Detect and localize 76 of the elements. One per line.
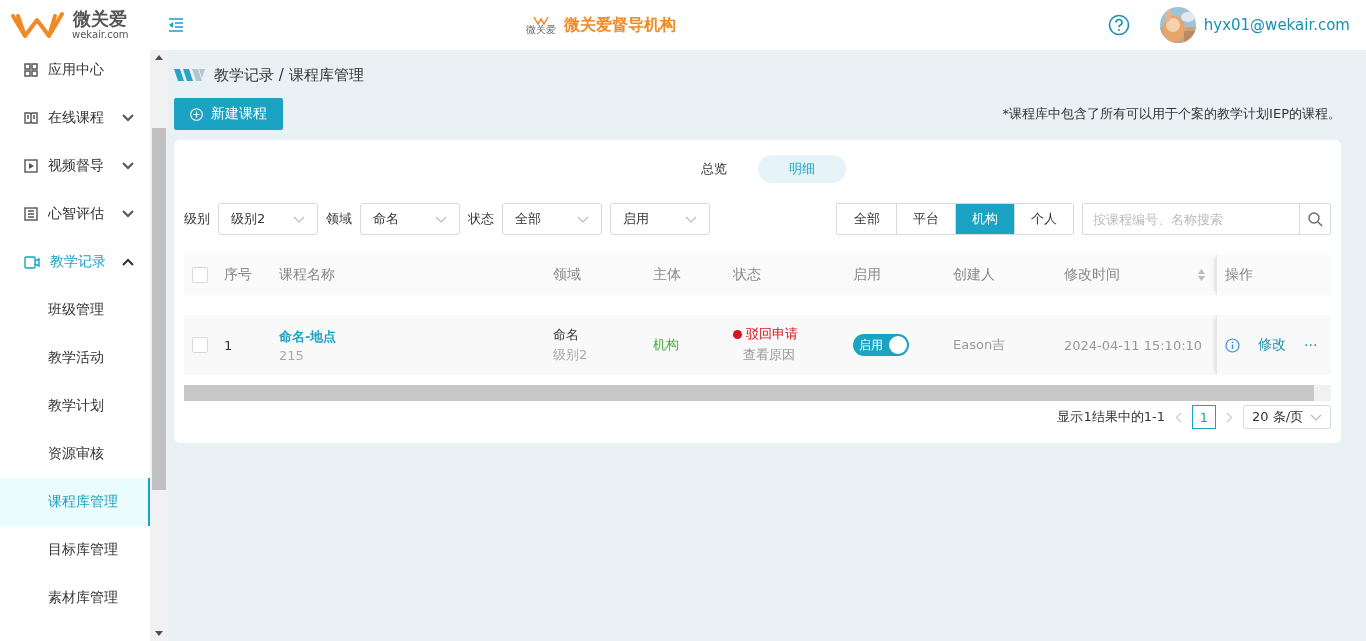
column-header: 修改时间: [1064, 266, 1120, 284]
chevron-icon: [435, 215, 447, 223]
checkbox[interactable]: [192, 267, 208, 283]
scrollbar[interactable]: [150, 50, 168, 641]
page-size-select[interactable]: 20 条/页: [1243, 405, 1331, 429]
note-text: *课程库中包含了所有可以用于个案的教学计划IEP的课程。: [1002, 105, 1341, 123]
logo-icon: [174, 68, 206, 82]
sidebar-item[interactable]: 教学计划: [0, 382, 150, 430]
scroll-up-icon[interactable]: [154, 54, 164, 60]
scroll-down-icon[interactable]: [154, 631, 164, 637]
search-button[interactable]: [1299, 204, 1330, 234]
play-icon: [24, 159, 38, 173]
org-title: 微关爱督导机构: [563, 14, 676, 36]
table-cell-text: 2024-04-11 15:10:10: [1064, 337, 1204, 353]
column-header: 序号: [224, 266, 252, 284]
status-text: 驳回申请: [746, 325, 798, 343]
filter-select[interactable]: 级别2: [218, 203, 318, 235]
table-cell-text: Eason吉: [953, 336, 1007, 354]
filter-select[interactable]: 命名: [360, 203, 460, 235]
video-icon: [24, 255, 40, 269]
sidebar-item[interactable]: 视频督导: [0, 142, 150, 190]
sidebar-item[interactable]: 素材库管理: [0, 574, 150, 622]
search-field[interactable]: 按课程编号、名称搜索: [1082, 203, 1331, 235]
breadcrumb: 教学记录 / 课程库管理: [214, 65, 364, 85]
edit-link[interactable]: 修改: [1258, 336, 1286, 354]
logo-icon: [532, 15, 549, 25]
sidebar-item[interactable]: 资源审核: [0, 430, 150, 478]
column-header: 状态: [733, 266, 761, 284]
logo-name: 微关爱: [73, 9, 128, 29]
sidebar-item[interactable]: 教学活动: [0, 334, 150, 382]
list-icon: [24, 207, 38, 221]
scope-tab[interactable]: 个人: [1014, 204, 1073, 234]
column-header: 领域: [553, 266, 581, 284]
filter-select[interactable]: 启用: [610, 203, 710, 235]
filter-label: 级别: [184, 210, 210, 228]
plus-icon: [190, 107, 203, 121]
table-cell-text: 级别2: [553, 346, 589, 364]
menu-icon[interactable]: [168, 18, 184, 32]
view-tab[interactable]: 总览: [669, 155, 758, 183]
sidebar-item[interactable]: 心智评估: [0, 190, 150, 238]
logo-name: 微关爱: [525, 24, 556, 35]
checkbox[interactable]: [192, 337, 208, 353]
column-header: 启用: [853, 266, 881, 284]
prev-icon[interactable]: [1175, 411, 1182, 423]
chevron-icon: [293, 215, 305, 223]
column-header: 课程名称: [279, 266, 335, 284]
filter-select[interactable]: 全部: [502, 203, 602, 235]
page-summary: 显示1结果中的1-1: [1057, 408, 1165, 426]
sidebar-item[interactable]: 目标库管理: [0, 526, 150, 574]
sidebar-item[interactable]: 班级管理: [0, 286, 150, 334]
filter-label: 状态: [468, 210, 494, 228]
column-header: 创建人: [953, 266, 995, 284]
user-email[interactable]: hyx01@wekair.com: [1203, 16, 1350, 34]
table-cell-text: 命名: [553, 326, 580, 344]
book-icon: [24, 112, 38, 124]
sort-icon[interactable]: [1197, 268, 1206, 282]
table-cell-text: 机构: [653, 336, 680, 354]
column-header: 主体: [653, 266, 681, 284]
chevron-icon: [1310, 413, 1322, 421]
info-icon[interactable]: [1225, 337, 1240, 353]
search-icon: [1307, 211, 1323, 227]
sidebar-item[interactable]: 在线课程: [0, 94, 150, 142]
course-code: 215: [279, 347, 305, 363]
logo-domain: wekair.com: [72, 29, 129, 41]
more-button[interactable]: ···: [1304, 337, 1318, 353]
table-cell-text: 1: [224, 337, 234, 353]
grid-icon: [24, 63, 38, 77]
sidebar-item[interactable]: 应用中心: [0, 50, 150, 94]
next-icon[interactable]: [1226, 411, 1233, 423]
logo-icon: [10, 10, 66, 40]
help-icon[interactable]: [1107, 14, 1130, 36]
column-header: 操作: [1225, 266, 1253, 284]
chevron-icon: [685, 215, 697, 223]
chevron-icon: [577, 215, 589, 223]
filter-label: 领域: [326, 210, 352, 228]
scrollbar[interactable]: [184, 385, 1331, 401]
